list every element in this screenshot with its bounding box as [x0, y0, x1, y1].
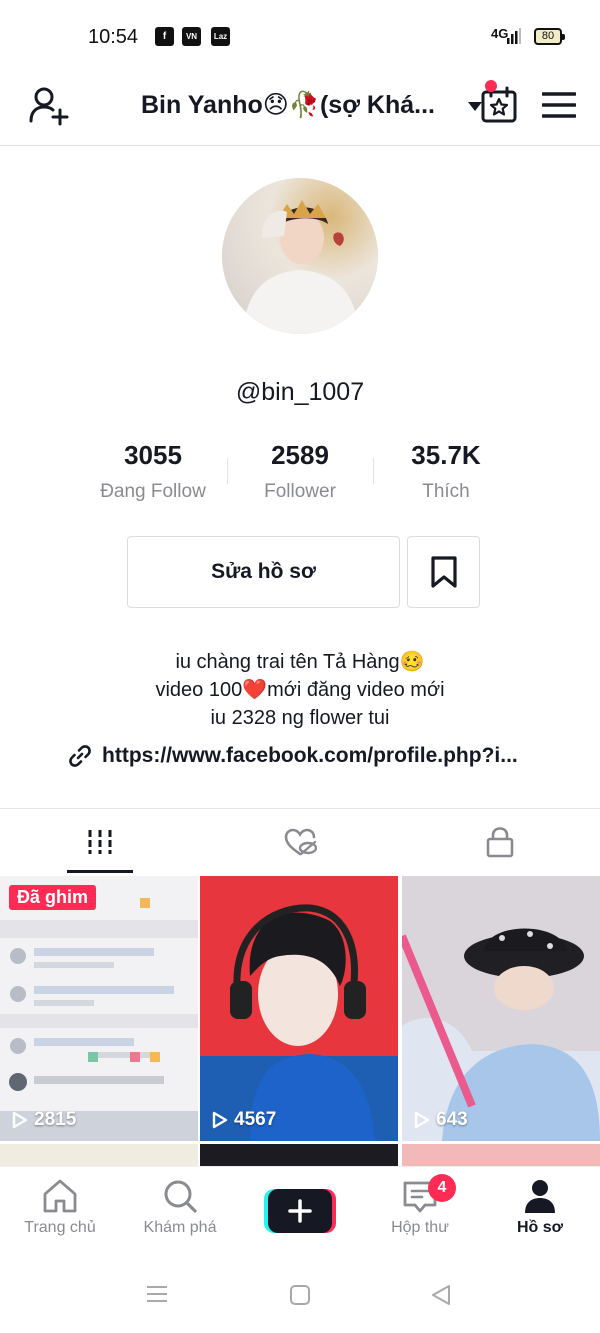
home-button-icon[interactable]	[289, 1284, 311, 1306]
nav-inbox-label: Hộp thư	[391, 1219, 449, 1236]
videos-grid-icon	[88, 830, 112, 854]
tab-videos[interactable]	[0, 809, 200, 875]
followers-count: 2589	[271, 440, 329, 470]
thumbnail-image	[0, 876, 198, 1141]
following-stat[interactable]: 3055 Đang Follow	[80, 440, 226, 503]
profile-display-name[interactable]: Bin Yanho😞🥀(sợ Khá...	[141, 90, 435, 120]
content-tabs	[0, 808, 600, 874]
thumbnail-image	[402, 876, 600, 1141]
play-icon	[212, 1111, 228, 1129]
view-count-text: 2815	[34, 1109, 77, 1130]
home-icon	[43, 1179, 77, 1213]
video-thumbnail-partial[interactable]	[0, 1144, 198, 1166]
nav-discover[interactable]: Khám phá	[120, 1177, 240, 1237]
facebook-notification-icon: f	[155, 27, 174, 46]
system-nav-bar	[0, 1252, 600, 1333]
video-thumbnail-partial[interactable]	[402, 1144, 600, 1166]
bio-line: video 100❤️mới đăng video mới	[155, 679, 445, 701]
view-count-text: 643	[436, 1109, 468, 1130]
nav-discover-label: Khám phá	[143, 1219, 217, 1236]
profile-stats: 3055 Đang Follow 2589 Follower 35.7K Thí…	[80, 440, 520, 506]
likes-count: 35.7K	[411, 440, 481, 470]
video-grid: Đã ghim 2815 4567 643	[0, 876, 600, 1166]
nav-home-label: Trang chủ	[24, 1219, 96, 1236]
view-count: 4567	[212, 1109, 276, 1131]
bio-line: iu 2328 ng flower tui	[210, 707, 390, 729]
likes-stat[interactable]: 35.7K Thích	[373, 440, 519, 503]
network-indicator: 4G	[491, 26, 509, 41]
profile-icon	[525, 1180, 555, 1213]
signal-icon	[507, 28, 521, 44]
nav-inbox[interactable]: Hộp thư	[360, 1177, 480, 1237]
username: @bin_1007	[235, 378, 365, 406]
recent-apps-icon[interactable]	[146, 1284, 168, 1304]
pinned-badge: Đã ghim	[9, 885, 97, 910]
status-bar: 10:54 f VN Laz 4G 80	[0, 0, 600, 72]
bookmark-icon	[430, 556, 457, 588]
view-count: 643	[414, 1109, 468, 1131]
bottom-nav: Trang chủ Khám phá Hộp thư 4 Hồ sơ	[0, 1166, 600, 1252]
followers-label: Follower	[264, 481, 336, 502]
profile-link-text: https://www.facebook.com/profile.php?i..…	[102, 744, 518, 767]
profile-bio: iu chàng trai tên Tả Hàng🥴 video 100❤️mớ…	[0, 648, 600, 732]
inbox-badge: 4	[428, 1174, 456, 1202]
nav-profile[interactable]: Hồ sơ	[480, 1177, 600, 1237]
link-icon	[69, 745, 91, 767]
following-count: 3055	[124, 440, 182, 470]
following-label: Đang Follow	[100, 481, 206, 502]
calendar-star-icon[interactable]	[480, 86, 518, 124]
nav-home[interactable]: Trang chủ	[0, 1177, 120, 1237]
video-thumbnail[interactable]: 643	[402, 876, 600, 1141]
bio-line: iu chàng trai tên Tả Hàng🥴	[175, 651, 425, 673]
vn-app-notification-icon: VN	[182, 27, 201, 46]
video-thumbnail[interactable]: 4567	[200, 876, 398, 1141]
lazada-notification-icon: Laz	[211, 27, 230, 46]
private-lock-icon	[486, 827, 514, 858]
edit-profile-button[interactable]: Sửa hồ sơ	[127, 536, 400, 608]
play-icon	[12, 1111, 28, 1129]
likes-label: Thích	[422, 481, 470, 502]
profile-header: Bin Yanho😞🥀(sợ Khá...	[0, 72, 600, 146]
active-tab-indicator	[67, 870, 133, 873]
add-user-icon[interactable]	[28, 84, 72, 128]
tab-liked[interactable]	[200, 809, 400, 875]
followers-stat[interactable]: 2589 Follower	[227, 440, 373, 503]
liked-hidden-icon	[284, 828, 317, 856]
tab-private[interactable]	[400, 809, 600, 875]
search-icon	[164, 1180, 197, 1213]
avatar[interactable]	[222, 178, 378, 334]
back-icon[interactable]	[430, 1284, 452, 1306]
avatar-photo	[222, 178, 378, 334]
play-icon	[414, 1111, 430, 1129]
view-count: 2815	[12, 1109, 76, 1131]
thumbnail-image	[200, 876, 398, 1141]
profile-link[interactable]: https://www.facebook.com/profile.php?i..…	[68, 744, 538, 768]
view-count-text: 4567	[234, 1109, 277, 1130]
notification-dot	[485, 80, 497, 92]
battery-indicator: 80	[534, 28, 565, 45]
create-video-button[interactable]	[264, 1187, 336, 1235]
nav-profile-label: Hồ sơ	[516, 1219, 564, 1236]
video-thumbnail[interactable]: Đã ghim 2815	[0, 876, 198, 1141]
video-thumbnail-partial[interactable]	[200, 1144, 398, 1166]
status-time: 10:54	[88, 26, 139, 48]
menu-icon[interactable]	[542, 90, 576, 120]
favorites-button[interactable]	[407, 536, 480, 608]
